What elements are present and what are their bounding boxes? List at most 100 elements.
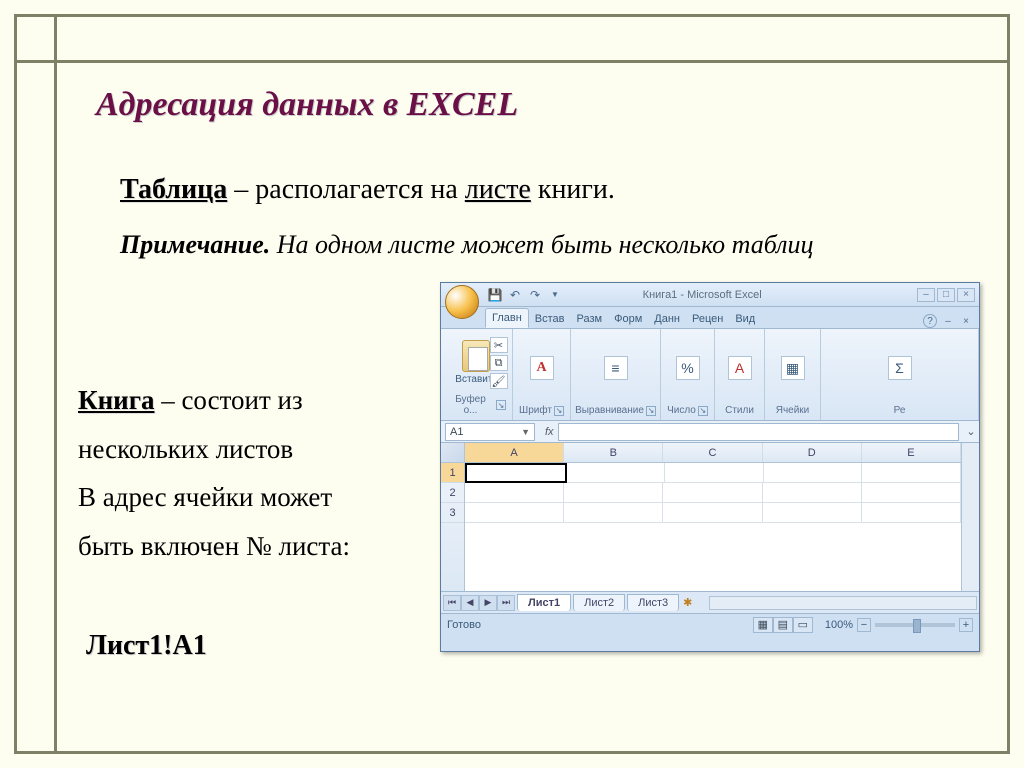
tab-review[interactable]: Рецен — [686, 310, 729, 328]
vertical-scrollbar[interactable] — [961, 443, 979, 591]
page-layout-view-icon[interactable]: ▤ — [773, 617, 793, 633]
font-button[interactable]: A — [530, 356, 554, 380]
close-button[interactable]: × — [957, 288, 975, 302]
cell[interactable] — [564, 503, 663, 523]
font-icon: A — [530, 356, 554, 380]
minimize-button[interactable]: – — [917, 288, 935, 302]
minimize-ribbon-icon[interactable]: – — [941, 314, 955, 328]
formula-bar[interactable] — [558, 423, 959, 441]
cell[interactable] — [663, 483, 762, 503]
cell[interactable] — [763, 483, 862, 503]
select-all-corner[interactable] — [441, 443, 464, 463]
dialog-expand-icon[interactable]: ↘ — [496, 400, 506, 410]
zoom-level[interactable]: 100% — [825, 619, 853, 631]
group-number: % Число↘ — [661, 329, 715, 420]
fx-icon[interactable]: fx — [545, 426, 554, 438]
sheet-tab-bar: ⏮ ◀ ▶ ⏭ Лист1 Лист2 Лист3 ✱ — [441, 591, 979, 613]
zoom-in-button[interactable]: + — [959, 618, 973, 632]
cell[interactable] — [763, 503, 862, 523]
cell[interactable] — [465, 503, 564, 523]
sheet-reference-example: Лист1!A1 — [86, 630, 207, 662]
page-break-view-icon[interactable]: ▭ — [793, 617, 813, 633]
book-block: Книга – состоит из нескольких листов В а… — [78, 376, 418, 570]
maximize-button[interactable]: □ — [937, 288, 955, 302]
chevron-down-icon[interactable]: ▼ — [521, 427, 530, 437]
zoom-out-button[interactable]: − — [857, 618, 871, 632]
tab-formulas[interactable]: Форм — [608, 310, 648, 328]
row-header[interactable]: 3 — [441, 503, 464, 523]
row-header[interactable]: 2 — [441, 483, 464, 503]
cell[interactable] — [862, 503, 961, 523]
tab-home[interactable]: Главн — [485, 308, 529, 328]
format-painter-icon[interactable]: 🖌 — [490, 373, 508, 389]
zoom-slider[interactable] — [875, 623, 955, 627]
word-book: Книга — [78, 385, 154, 415]
dialog-expand-icon[interactable]: ↘ — [554, 406, 564, 416]
cell[interactable] — [564, 483, 663, 503]
first-sheet-button[interactable]: ⏮ — [443, 595, 461, 611]
sheet-tab[interactable]: Лист2 — [573, 594, 625, 611]
cells-icon: ▦ — [781, 356, 805, 380]
dialog-expand-icon[interactable]: ↘ — [698, 406, 708, 416]
ribbon: Вставить ✂ ⧉ 🖌 Буфер о...↘ A Шрифт↘ ≡ Вы… — [441, 329, 979, 421]
col-header[interactable]: C — [663, 443, 762, 462]
office-button[interactable] — [445, 285, 479, 319]
row-header[interactable]: 1 — [441, 463, 464, 483]
qat-dropdown-icon[interactable]: ▼ — [547, 287, 563, 303]
word-table: Таблица — [120, 174, 227, 205]
cell[interactable] — [862, 483, 961, 503]
slide-frame-v — [54, 14, 57, 754]
tab-data[interactable]: Данн — [648, 310, 686, 328]
undo-icon[interactable]: ↶ — [507, 287, 523, 303]
help-icon[interactable]: ? — [923, 314, 937, 328]
alignment-button[interactable]: ≡ — [604, 356, 628, 380]
cells-button[interactable]: ▦ — [781, 356, 805, 380]
group-alignment: ≡ Выравнивание↘ — [571, 329, 661, 420]
tab-view[interactable]: Вид — [729, 310, 761, 328]
cell[interactable] — [465, 483, 564, 503]
worksheet-grid[interactable]: 1 2 3 A B C D E — [441, 443, 979, 591]
group-cells: ▦ Ячейки — [765, 329, 821, 420]
new-sheet-icon[interactable]: ✱ — [683, 596, 703, 609]
group-editing: Σ Ре — [821, 329, 979, 420]
cell-a1[interactable] — [465, 463, 567, 483]
status-text: Готово — [447, 619, 481, 631]
col-header[interactable]: A — [465, 443, 564, 462]
col-header[interactable]: E — [862, 443, 961, 462]
styles-icon: A — [728, 356, 752, 380]
sheet-tab[interactable]: Лист1 — [517, 594, 571, 611]
copy-icon[interactable]: ⧉ — [490, 355, 508, 371]
next-sheet-button[interactable]: ▶ — [479, 595, 497, 611]
tab-insert[interactable]: Встав — [529, 310, 571, 328]
workbook-close-icon[interactable]: × — [959, 314, 973, 328]
cut-icon[interactable]: ✂ — [490, 337, 508, 353]
horizontal-scrollbar[interactable] — [709, 596, 977, 610]
styles-button[interactable]: A — [728, 356, 752, 380]
excel-window: 💾 ↶ ↷ ▼ Книга1 - Microsoft Excel – □ × Г… — [440, 282, 980, 652]
editing-button[interactable]: Σ — [888, 356, 912, 380]
paste-icon — [462, 340, 490, 372]
cell[interactable] — [567, 463, 666, 483]
tab-layout[interactable]: Разм — [571, 310, 609, 328]
dialog-expand-icon[interactable]: ↘ — [646, 406, 656, 416]
cell[interactable] — [862, 463, 961, 483]
cell[interactable] — [665, 463, 764, 483]
save-icon[interactable]: 💾 — [487, 287, 503, 303]
name-box[interactable]: A1 ▼ — [445, 423, 535, 441]
normal-view-icon[interactable]: ▦ — [753, 617, 773, 633]
number-button[interactable]: % — [676, 356, 700, 380]
sheet-tab[interactable]: Лист3 — [627, 594, 679, 611]
ribbon-tab-strip: Главн Встав Разм Форм Данн Рецен Вид ? –… — [441, 307, 979, 329]
last-sheet-button[interactable]: ⏭ — [497, 595, 515, 611]
group-clipboard: Вставить ✂ ⧉ 🖌 Буфер о...↘ — [441, 329, 513, 420]
cell[interactable] — [663, 503, 762, 523]
expand-formula-bar-icon[interactable]: ⌄ — [963, 425, 979, 438]
cell[interactable] — [764, 463, 863, 483]
name-box-value: A1 — [450, 426, 463, 438]
prev-sheet-button[interactable]: ◀ — [461, 595, 479, 611]
window-title: Книга1 - Microsoft Excel — [643, 289, 762, 301]
col-header[interactable]: D — [763, 443, 862, 462]
group-styles: A Стили — [715, 329, 765, 420]
col-header[interactable]: B — [564, 443, 663, 462]
redo-icon[interactable]: ↷ — [527, 287, 543, 303]
